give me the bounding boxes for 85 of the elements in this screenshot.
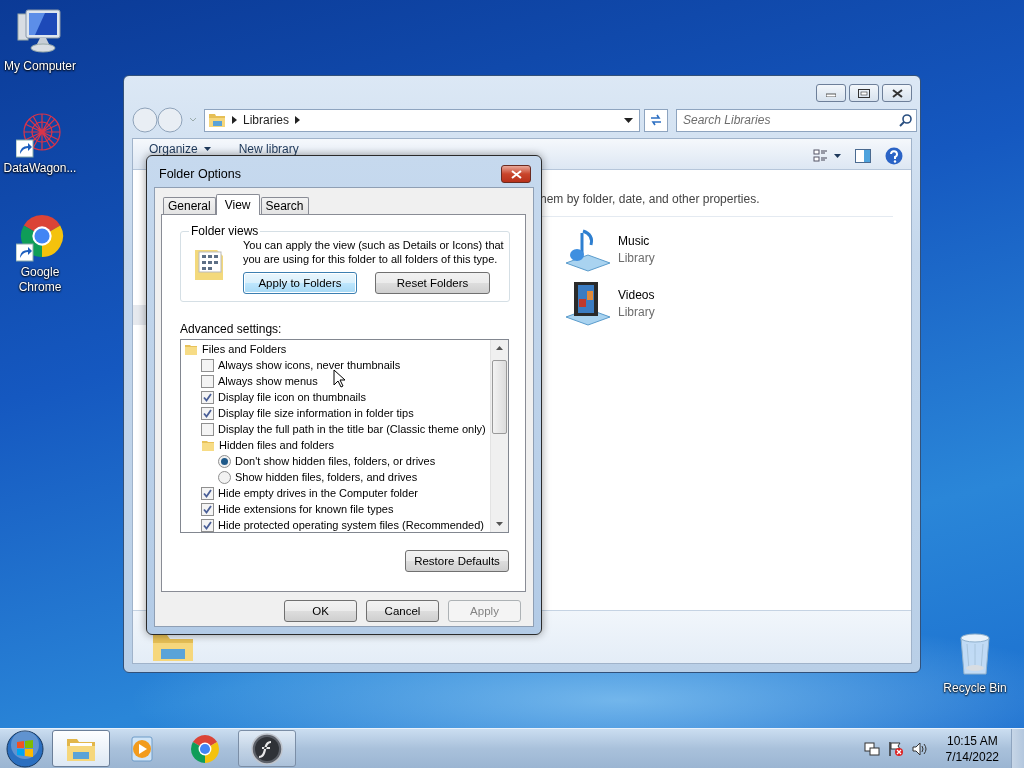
tab[interactable]: General [163,197,216,214]
tab[interactable]: View [215,194,260,215]
volume-icon[interactable] [911,740,928,757]
section-label: Advanced settings: [180,322,283,336]
restore-icon [858,88,870,98]
setting-label: Files and Folders [202,343,287,355]
dropdown-arrow-icon[interactable] [624,117,633,123]
close-button[interactable] [882,84,912,102]
dialog-button[interactable]: Reset Folders [375,272,490,294]
chevron-right-icon [232,116,237,124]
maximize-button[interactable] [849,84,879,102]
setting-label[interactable]: Display the full path in the title bar (Classic theme only) [218,423,486,435]
mouse-cursor-icon [333,369,345,388]
radio-button[interactable] [218,470,231,484]
help-icon[interactable] [885,146,903,165]
clock[interactable]: 10:15 AM 7/14/2022 [945,733,999,764]
setting-label[interactable]: Hide empty drives in the Computer folder [218,487,418,499]
checkbox[interactable] [201,486,214,500]
caret-icon [203,147,211,151]
setting-label[interactable]: Show hidden files, folders, and drives [235,471,418,483]
library-icon [208,112,226,128]
chrome-icon [16,214,64,262]
network-graph-icon [16,110,64,158]
chevron-right-icon [295,116,301,124]
network-icon[interactable] [863,740,880,757]
setting-label[interactable]: Display file size information in folder tips [218,407,414,419]
checkbox[interactable] [201,358,214,372]
checkbox[interactable] [201,518,214,532]
library-name[interactable]: Music [618,233,655,248]
dialog-button[interactable]: Cancel [366,600,439,622]
setting-label[interactable]: Display file icon on thumbnails [218,391,366,403]
scroll-up-icon [496,346,503,350]
taskbar-button[interactable] [238,730,296,767]
folder-icon [184,342,198,356]
scroll-down-icon [496,522,503,526]
checkbox[interactable] [201,390,214,404]
checkbox[interactable] [201,406,214,420]
setting-label: Hidden files and folders [219,439,334,451]
clock-time: 10:15 AM [946,733,998,748]
checkbox[interactable] [201,502,214,516]
library-type: Library [618,250,655,265]
restore-defaults-button[interactable]: Restore Defaults [405,550,509,572]
desktop-icon-label[interactable]: Google Chrome [15,265,65,295]
close-icon [510,169,522,179]
address-bar[interactable]: Libraries [204,108,640,132]
minimize-button[interactable] [816,84,846,102]
view-options-icon[interactable] [813,148,841,163]
dialog-title: Folder Options [159,167,241,181]
windows-logo-icon [6,729,44,768]
library-type: Library [618,304,655,319]
setting-label[interactable]: Hide protected operating system files (Recommended) [218,519,484,531]
setting-label[interactable]: Don't show hidden files, folders, or drives [235,455,436,467]
folder-views-description: You can apply the view (such as Details or Icons) that you are using for this folder to all folders of this type. [243,238,505,266]
scrollbar[interactable] [490,340,508,532]
chrome-icon [190,733,220,764]
breadcrumb-item[interactable]: Libraries [243,113,290,127]
tab[interactable]: Search [260,197,309,214]
close-icon [891,88,903,98]
action-center-flag-icon[interactable] [887,740,904,757]
folder-icon [201,438,215,452]
desktop-icon-label[interactable]: My Computer [4,59,76,74]
desktop-icon-label[interactable]: Recycle Bin [943,681,1007,696]
setting-label[interactable]: Always show icons, never thumbnails [218,359,401,371]
clock-date: 7/14/2022 [945,749,999,764]
computer-icon [16,8,64,56]
library-icon [151,633,195,661]
close-button[interactable] [501,165,531,183]
checkbox[interactable] [201,422,214,436]
checkbox[interactable] [201,374,214,388]
start-button[interactable] [6,729,44,768]
toolbar-button[interactable]: New library [238,142,299,156]
radio-button[interactable] [218,454,231,468]
refresh-icon [649,113,663,127]
refresh-button[interactable] [644,108,668,132]
setting-label[interactable]: Hide extensions for known file types [218,503,394,515]
dialog-button[interactable]: OK [284,600,357,622]
setting-label[interactable]: Always show menus [218,375,318,387]
flash-player-icon [251,732,283,765]
toolbar-button[interactable]: Organize [149,142,211,156]
search-field[interactable]: Search Libraries [676,108,917,132]
group-title: Folder views [191,224,259,238]
dialog-button[interactable]: Apply to Folders [243,272,357,294]
desktop-icon-label[interactable]: DataWagon... [3,161,77,176]
preview-pane-icon[interactable] [855,148,871,163]
library-name[interactable]: Videos [618,287,655,302]
